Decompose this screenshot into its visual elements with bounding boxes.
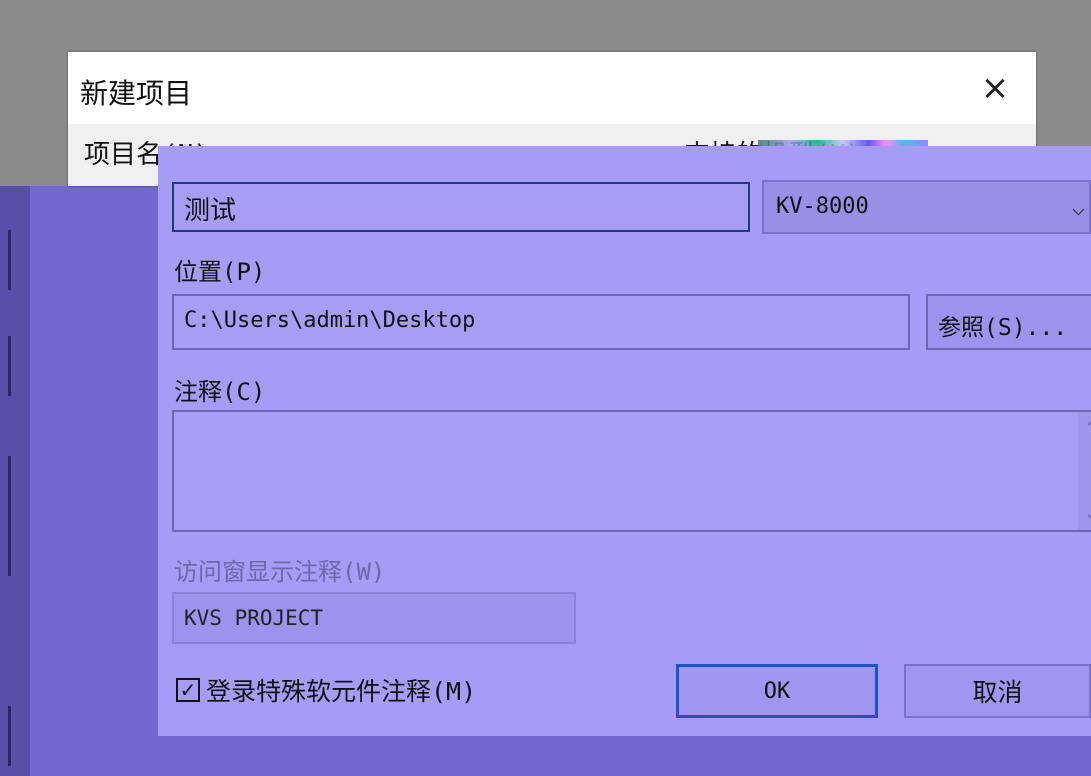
- viewer-comment-input[interactable]: KVS PROJECT: [172, 592, 576, 644]
- edge-mark: [8, 230, 11, 290]
- edge-mark: [8, 456, 11, 576]
- chevron-down-icon: ⌵: [1071, 196, 1085, 221]
- edge-mark: [8, 706, 11, 766]
- model-select[interactable]: KV-8000 ⌵: [762, 180, 1091, 234]
- edge-mark: [8, 336, 11, 396]
- checkmark-icon: ✓: [179, 678, 197, 702]
- new-project-dialog-body: 测试 KV-8000 ⌵ 位置(P) C:\Users\admin\Deskto…: [158, 146, 1091, 736]
- register-comment-option[interactable]: ✓ 登录特殊软元件注释(M): [176, 672, 476, 708]
- location-label: 位置(P): [174, 258, 266, 286]
- cancel-button[interactable]: 取消: [904, 664, 1091, 718]
- model-select-value: KV-8000: [776, 194, 869, 219]
- scroll-down-icon[interactable]: ⌄: [1084, 503, 1091, 524]
- viewer-comment-label: 访问窗显示注释(W): [174, 558, 386, 586]
- comment-label: 注释(C): [174, 378, 266, 406]
- titlebar: 新建项目 ×: [68, 52, 1036, 124]
- register-comment-checkbox[interactable]: ✓: [176, 678, 200, 702]
- close-icon: ×: [980, 68, 1010, 108]
- scroll-up-icon[interactable]: ⌃: [1084, 418, 1091, 439]
- dialog-title: 新建项目: [80, 77, 193, 110]
- comment-textarea[interactable]: ⌃ ⌄: [172, 410, 1091, 532]
- browse-button[interactable]: 参照(S)...: [926, 294, 1091, 350]
- register-comment-label: 登录特殊软元件注释(M): [206, 677, 477, 706]
- project-name-input[interactable]: 测试: [172, 182, 750, 232]
- comment-scrollbar[interactable]: ⌃ ⌄: [1078, 412, 1091, 530]
- location-input[interactable]: C:\Users\admin\Desktop: [172, 294, 910, 350]
- close-button[interactable]: ×: [968, 66, 1022, 110]
- left-window-edge: [0, 186, 30, 776]
- ok-button[interactable]: OK: [676, 664, 878, 718]
